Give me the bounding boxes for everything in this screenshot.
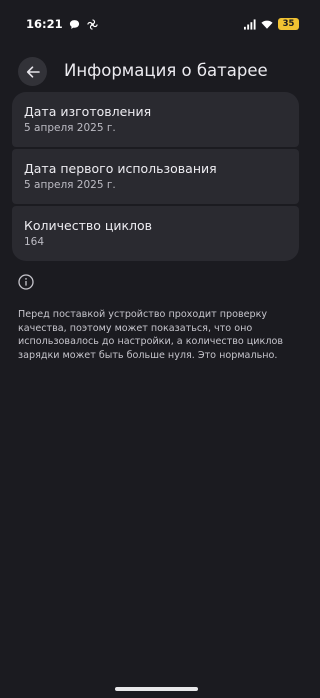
battery-icon: 35 (278, 18, 299, 30)
info-note-text: Перед поставкой устройство проходит пров… (18, 309, 283, 361)
card-value: 164 (24, 236, 45, 248)
chat-bubble-icon (69, 18, 81, 30)
first-use-date-card: Дата первого использования 5 апреля 2025… (12, 149, 299, 204)
header: Информация о батарее (0, 56, 311, 86)
status-bar: 16:21 35 (0, 0, 311, 48)
card-title: Дата первого использования (24, 161, 217, 176)
card-value: 5 апреля 2025 г. (24, 122, 116, 134)
status-time: 16:21 (26, 17, 63, 31)
cellular-signal-icon (244, 18, 256, 30)
card-title: Дата изготовления (24, 104, 152, 119)
home-indicator[interactable] (115, 687, 198, 691)
fan-icon (87, 18, 99, 30)
card-value: 5 апреля 2025 г. (24, 179, 116, 191)
manufacture-date-card: Дата изготовления 5 апреля 2025 г. (12, 92, 299, 147)
page-title: Информация о батарее (64, 61, 268, 80)
info-icon (18, 274, 34, 290)
card-title: Количество циклов (24, 218, 153, 233)
wifi-icon (261, 18, 273, 30)
battery-info-screen: 16:21 35 Информация о батарее Дата изгот… (0, 0, 311, 698)
cycle-count-card: Количество циклов 164 (12, 206, 299, 261)
arrow-left-icon (26, 65, 40, 78)
battery-info-list: Дата изготовления 5 апреля 2025 г. Дата … (12, 92, 299, 263)
back-button[interactable] (18, 57, 47, 86)
